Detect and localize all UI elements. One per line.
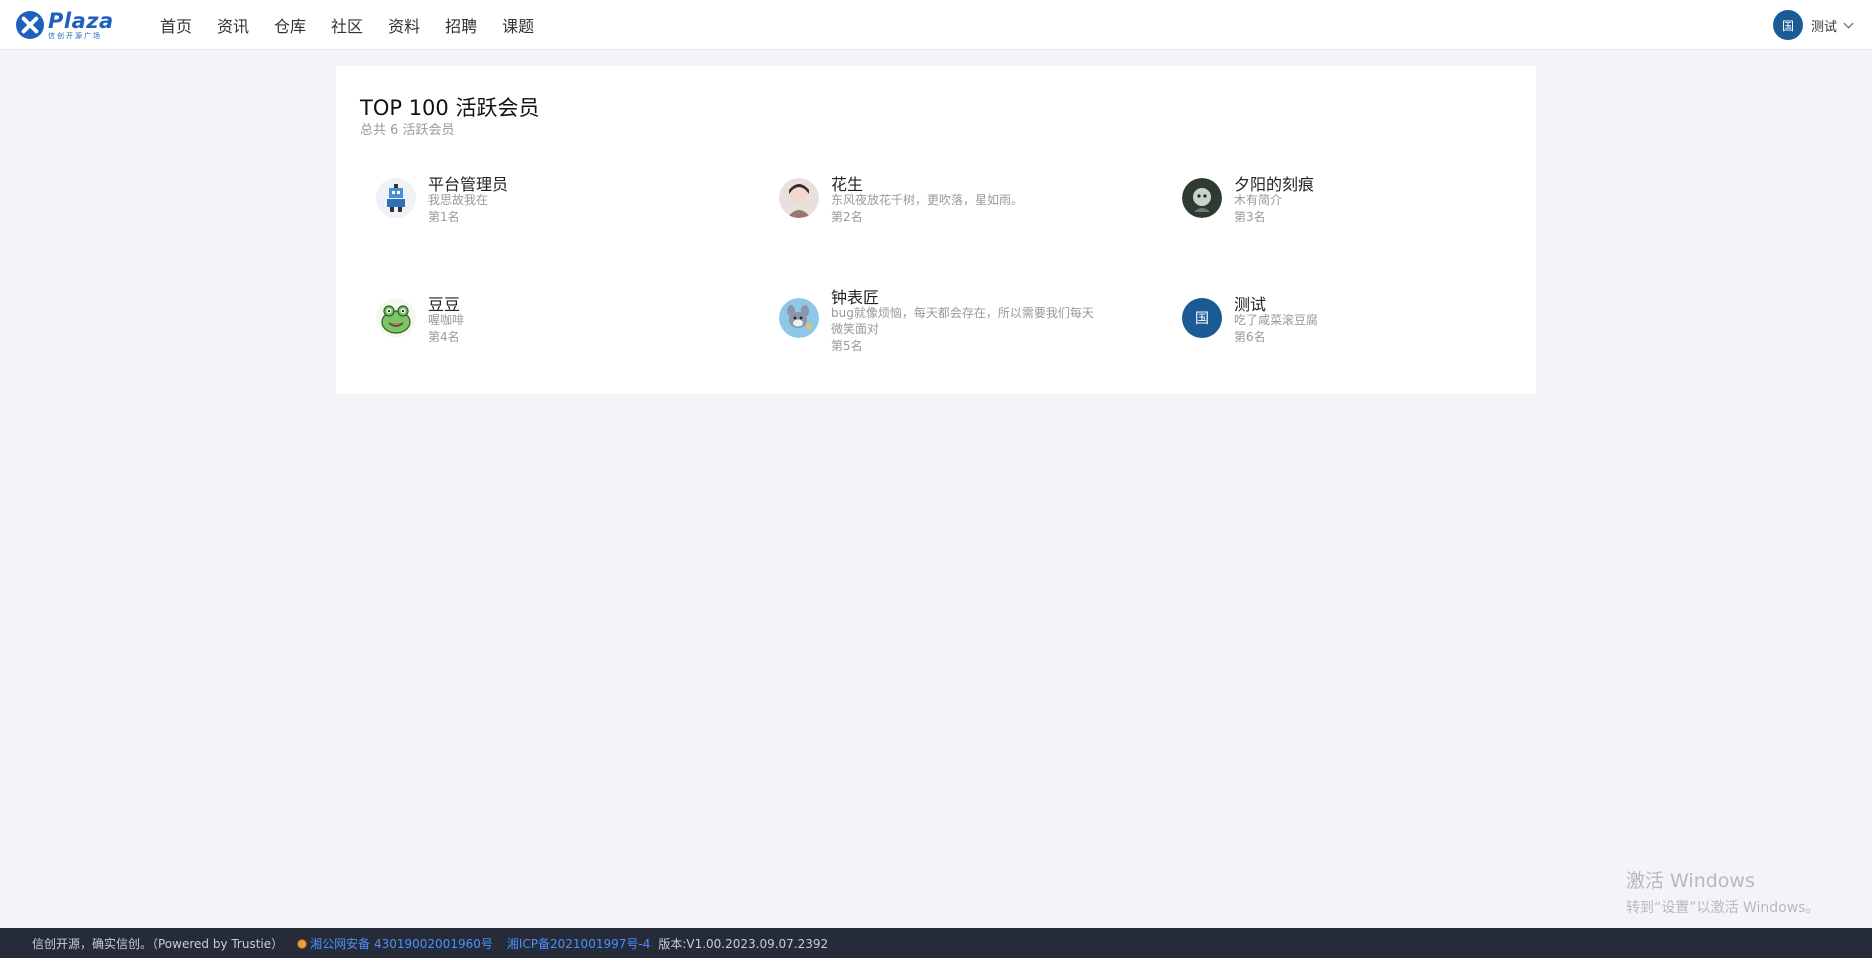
member-bio: 东风夜放花千树，更吹落，星如雨。	[831, 193, 1024, 207]
member-rank: 第2名	[831, 210, 863, 224]
site-logo[interactable]: Plaza 信创开源广场	[16, 10, 114, 40]
member-rank: 第3名	[1234, 210, 1266, 224]
member-rank: 第6名	[1234, 330, 1266, 344]
frog-avatar[interactable]	[376, 298, 416, 338]
footer-icp-link[interactable]: 湘ICP备2021001997号-4	[507, 935, 650, 952]
footer-slogan: 信创开源，确实信创。（Powered by Trustie）	[32, 936, 284, 951]
nav-topics[interactable]: 课题	[502, 13, 534, 37]
member-card[interactable]: 豆豆 喔咖啡 第4名	[360, 295, 690, 368]
member-rank: 第5名	[831, 339, 863, 353]
chevron-down-icon[interactable]	[1843, 18, 1854, 28]
portrait-avatar[interactable]	[779, 178, 819, 218]
nav-jobs[interactable]: 招聘	[445, 13, 477, 37]
member-card[interactable]: 夕阳的刻痕 木有简介 第3名	[1166, 175, 1496, 248]
page-title: TOP 100 活跃会员	[360, 96, 540, 120]
nav-repos[interactable]: 仓库	[274, 13, 306, 37]
member-bio: 木有简介	[1234, 193, 1283, 207]
member-card[interactable]: 国 测试 吃了咸菜滚豆腐 第6名	[1166, 295, 1496, 368]
nav-community[interactable]: 社区	[331, 13, 363, 37]
windows-activation-watermark: 激活 Windows 转到“设置”以激活 Windows。	[1626, 866, 1819, 917]
member-card[interactable]: 钟表匠 bug就像烦恼，每天都会存在，所以需要我们每天微笑面对 第5名	[763, 288, 1094, 368]
police-badge-icon	[297, 938, 308, 949]
member-rank: 第4名	[428, 330, 460, 344]
logo-subtitle: 信创开源广场	[48, 31, 102, 40]
active-members-panel: TOP 100 活跃会员 总共 6 活跃会员 平台管理员 我思故我在 第1名 花…	[336, 66, 1536, 394]
member-card[interactable]: 花生 东风夜放花千树，更吹落，星如雨。 第2名	[763, 175, 1093, 248]
nav-home[interactable]: 首页	[160, 13, 192, 37]
member-count: 总共 6 活跃会员	[360, 123, 455, 138]
member-bio: 吃了咸菜滚豆腐	[1234, 313, 1319, 327]
member-bio: bug就像烦恼，每天都会存在，所以需要我们每天微笑面对	[831, 306, 1094, 336]
logo-x-icon	[16, 11, 44, 39]
cartoon-avatar[interactable]	[779, 298, 819, 338]
top-header: Plaza 信创开源广场 首页 资讯 仓库 社区 资料 招聘 课题 国 测试	[0, 0, 1872, 50]
member-bio: 我思故我在	[428, 193, 489, 207]
member-bio: 喔咖啡	[428, 313, 465, 327]
logo-word: Plaza	[48, 8, 114, 33]
dark-avatar[interactable]	[1182, 178, 1222, 218]
watermark-subtitle: 转到“设置”以激活 Windows。	[1626, 900, 1820, 916]
robot-avatar[interactable]	[376, 178, 416, 218]
member-rank: 第1名	[428, 210, 460, 224]
footer-police-link[interactable]: 湘公网安备 43019002001960号	[297, 935, 493, 952]
nav-news[interactable]: 资讯	[217, 13, 249, 37]
user-menu[interactable]: 国 测试	[1772, 10, 1854, 40]
main-nav: 首页 资讯 仓库 社区 资料 招聘 课题	[160, 0, 559, 50]
user-avatar[interactable]: 国	[1772, 10, 1803, 40]
watermark-title: 激活 Windows	[1626, 870, 1755, 892]
member-card[interactable]: 平台管理员 我思故我在 第1名	[360, 175, 690, 248]
nav-materials[interactable]: 资料	[388, 13, 420, 37]
footer: 信创开源，确实信创。（Powered by Trustie） 湘公网安备 430…	[0, 928, 1872, 958]
user-name[interactable]: 测试	[1811, 16, 1837, 35]
text-avatar[interactable]: 国	[1182, 298, 1222, 338]
footer-version: 版本:V1.00.2023.09.07.2392	[658, 936, 829, 951]
